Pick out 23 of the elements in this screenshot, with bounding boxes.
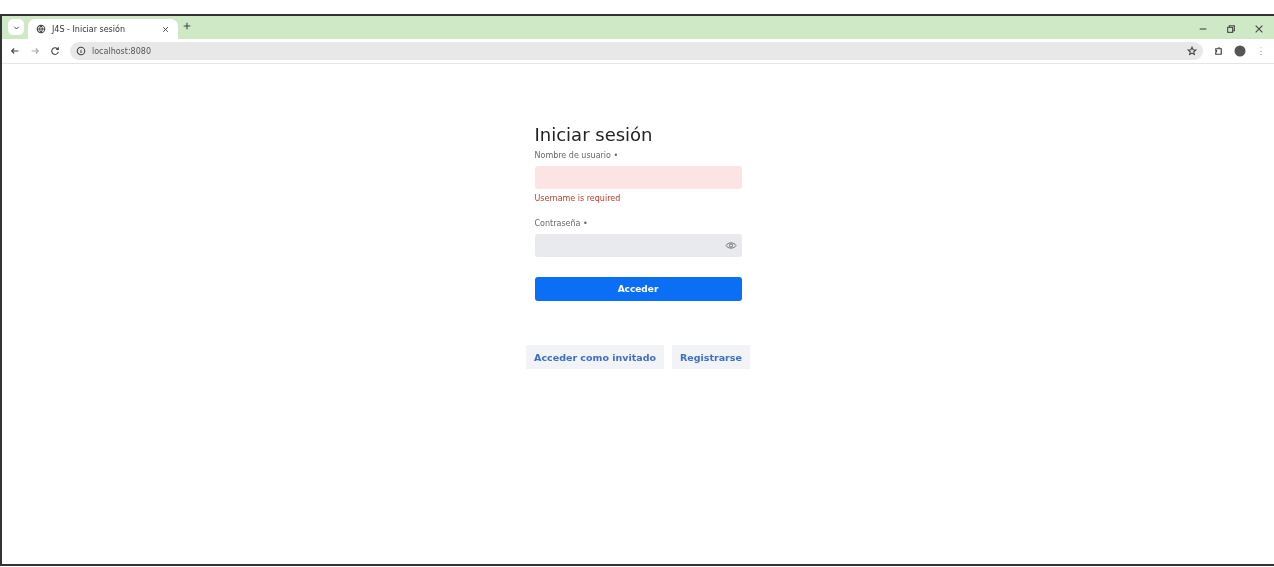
eye-icon[interactable] — [724, 241, 737, 250]
globe-icon[interactable] — [36, 24, 46, 34]
plus-icon[interactable] — [182, 21, 192, 31]
username-field[interactable] — [534, 166, 742, 189]
link-button[interactable]: Registrarse — [672, 345, 750, 369]
error-message: Username is required — [534, 194, 622, 203]
back-icon[interactable] — [10, 46, 20, 56]
close-icon[interactable] — [161, 24, 170, 34]
avatar-icon[interactable] — [1234, 45, 1246, 57]
restore-icon[interactable] — [1226, 24, 1236, 34]
browser-tab[interactable]: J4S - Iniciar sesión — [28, 19, 178, 39]
field-label: Contraseña • — [534, 219, 589, 228]
address-bar[interactable]: localhost:8080 — [70, 42, 1203, 60]
submit-button[interactable]: Acceder — [534, 277, 742, 301]
form-title: Iniciar sesión — [534, 124, 654, 145]
field-label: Nombre de usuario • — [534, 151, 620, 160]
star-icon[interactable] — [1187, 46, 1197, 56]
close-icon[interactable] — [1254, 24, 1264, 34]
extensions-icon[interactable] — [1213, 45, 1224, 57]
link-button[interactable]: Acceder como invitado — [526, 345, 664, 369]
info-icon[interactable] — [76, 46, 86, 56]
password-field[interactable] — [534, 234, 742, 257]
reload-icon[interactable] — [50, 46, 60, 56]
